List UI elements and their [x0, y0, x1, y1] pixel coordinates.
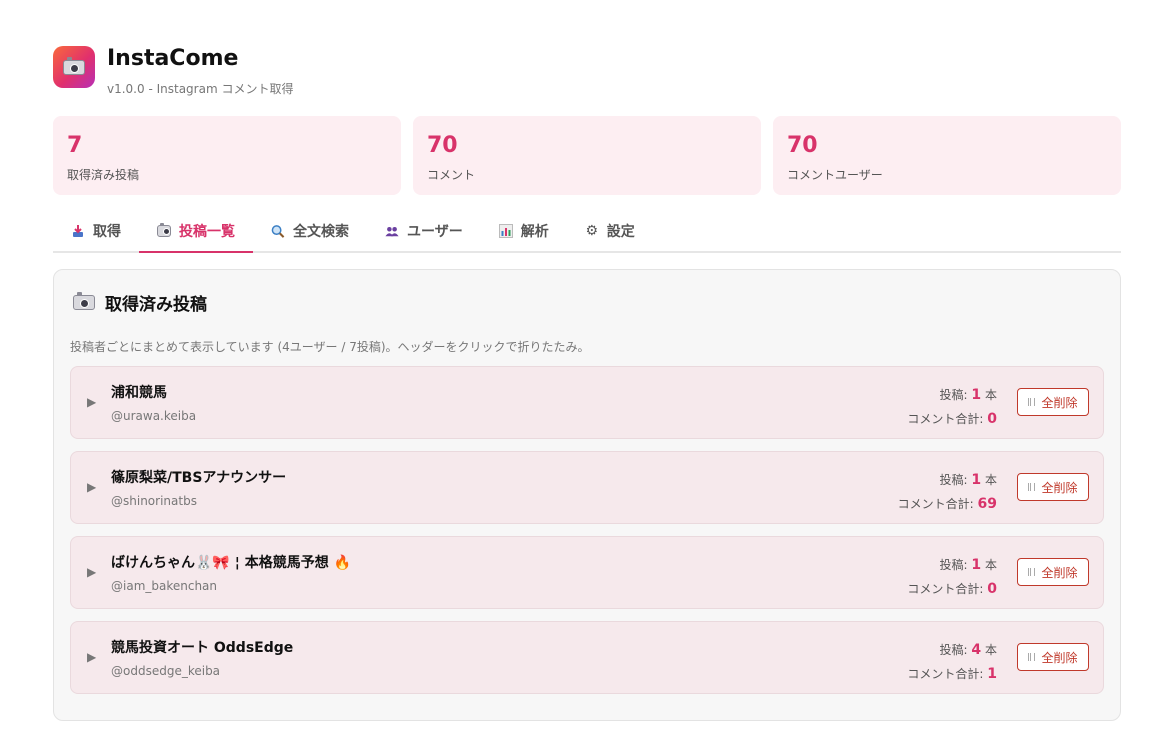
app-header: InstaCome v1.0.0 - Instagram コメント取得 — [53, 46, 293, 97]
camera-icon — [73, 292, 95, 310]
expand-caret-icon[interactable]: ▶ — [87, 650, 96, 664]
tab-posts[interactable]: 投稿一覧 — [139, 211, 253, 253]
posts-label: 投稿: — [939, 388, 968, 402]
delete-label: 全削除 — [1041, 395, 1078, 410]
stat-label: 取得済み投稿 — [67, 168, 140, 182]
stat-card-posts: 7 取得済み投稿 — [53, 116, 401, 195]
gear-icon: ⚙ — [585, 223, 599, 239]
tab-analysis[interactable]: 解析 — [481, 211, 567, 251]
tab-label: ユーザー — [407, 224, 463, 240]
group-display-name: 篠原梨菜/TBSアナウンサー — [111, 470, 287, 486]
delete-all-button[interactable]: 全削除 — [1017, 558, 1089, 586]
posts-panel: 取得済み投稿 投稿者ごとにまとめて表示しています (4ユーザー / 7投稿)。ヘ… — [53, 269, 1121, 721]
tab-fetch[interactable]: 取得 — [53, 211, 139, 251]
group-handle: @oddsedge_keiba — [111, 664, 221, 678]
panel-description: 投稿者ごとにまとめて表示しています (4ユーザー / 7投稿)。ヘッダーをクリッ… — [70, 340, 590, 354]
group-display-name: 競馬投資オート OddsEdge — [111, 640, 294, 656]
stat-value: 70 — [787, 133, 818, 158]
stat-card-comment-users: 70 コメントユーザー — [773, 116, 1121, 195]
panel-title-text: 取得済み投稿 — [105, 295, 207, 315]
group-display-name: 浦和競馬 — [111, 385, 167, 401]
chart-icon — [498, 224, 513, 238]
posts-label: 投稿: — [939, 558, 968, 572]
comments-label: コメント合計: — [907, 412, 984, 426]
delete-label: 全削除 — [1041, 650, 1078, 665]
expand-caret-icon[interactable]: ▶ — [87, 565, 96, 579]
expand-caret-icon[interactable]: ▶ — [87, 480, 96, 494]
expand-caret-icon[interactable]: ▶ — [87, 395, 96, 409]
tab-label: 全文検索 — [293, 224, 349, 240]
posts-unit: 本 — [984, 643, 997, 657]
title-block: InstaCome v1.0.0 - Instagram コメント取得 — [107, 46, 293, 97]
trash-icon — [1028, 398, 1036, 406]
comments-count: 1 — [987, 666, 997, 682]
delete-all-button[interactable]: 全削除 — [1017, 643, 1089, 671]
trash-icon — [1028, 483, 1036, 491]
posts-unit: 本 — [984, 473, 997, 487]
camera-icon — [63, 56, 85, 75]
stat-label: コメント — [427, 168, 476, 182]
app-title: InstaCome — [107, 46, 239, 71]
posts-label: 投稿: — [939, 473, 968, 487]
tab-users[interactable]: ユーザー — [367, 211, 481, 251]
delete-label: 全削除 — [1041, 565, 1078, 580]
comments-count: 69 — [977, 496, 997, 512]
group-handle: @urawa.keiba — [111, 409, 197, 423]
comments-label: コメント合計: — [907, 667, 984, 681]
posts-unit: 本 — [984, 388, 997, 402]
user-group-header[interactable]: ▶ 浦和競馬 @urawa.keiba 投稿: 1 本 コメント合計: 0 全削… — [70, 366, 1104, 439]
trash-icon — [1028, 653, 1036, 661]
delete-all-button[interactable]: 全削除 — [1017, 388, 1089, 416]
app-logo — [53, 46, 95, 88]
stat-label: コメントユーザー — [787, 168, 883, 182]
comments-label: コメント合計: — [897, 497, 974, 511]
posts-count: 1 — [971, 472, 982, 488]
group-stats: 投稿: 1 本 コメント合計: 69 — [898, 468, 997, 516]
user-group-header[interactable]: ▶ 競馬投資オート OddsEdge @oddsedge_keiba 投稿: 4… — [70, 621, 1104, 694]
download-icon — [71, 224, 85, 238]
search-icon — [271, 224, 285, 239]
delete-all-button[interactable]: 全削除 — [1017, 473, 1089, 501]
panel-title: 取得済み投稿 — [73, 290, 207, 315]
stat-value: 70 — [427, 133, 458, 158]
group-stats: 投稿: 4 本 コメント合計: 1 — [907, 638, 997, 686]
posts-count: 4 — [971, 642, 982, 658]
tab-label: 解析 — [520, 224, 549, 240]
stat-value: 7 — [67, 133, 83, 158]
tab-label: 設定 — [606, 224, 635, 240]
tab-label: 投稿一覧 — [179, 224, 235, 240]
trash-icon — [1028, 568, 1036, 576]
tab-search[interactable]: 全文検索 — [253, 211, 367, 251]
stat-card-comments: 70 コメント — [413, 116, 761, 195]
user-group-header[interactable]: ▶ 篠原梨菜/TBSアナウンサー @shinorinatbs 投稿: 1 本 コ… — [70, 451, 1104, 524]
comments-label: コメント合計: — [907, 582, 984, 596]
camera-icon — [157, 223, 171, 237]
tab-label: 取得 — [93, 224, 121, 240]
users-icon — [385, 224, 399, 238]
comments-count: 0 — [987, 581, 997, 597]
group-stats: 投稿: 1 本 コメント合計: 0 — [907, 383, 997, 431]
comments-count: 0 — [987, 411, 997, 427]
delete-label: 全削除 — [1041, 480, 1078, 495]
posts-label: 投稿: — [939, 643, 968, 657]
posts-count: 1 — [971, 387, 982, 403]
posts-unit: 本 — [984, 558, 997, 572]
user-group-header[interactable]: ▶ ばけんちゃん🐰🎀 ¦ 本格競馬予想 🔥 @iam_bakenchan 投稿:… — [70, 536, 1104, 609]
group-display-name: ばけんちゃん🐰🎀 ¦ 本格競馬予想 🔥 — [111, 555, 352, 571]
app-subtitle: v1.0.0 - Instagram コメント取得 — [107, 82, 294, 96]
group-stats: 投稿: 1 本 コメント合計: 0 — [907, 553, 997, 601]
posts-count: 1 — [971, 557, 982, 573]
group-handle: @shinorinatbs — [111, 494, 197, 508]
group-handle: @iam_bakenchan — [111, 579, 218, 593]
stats-row: 7 取得済み投稿 70 コメント 70 コメントユーザー — [53, 116, 1121, 195]
tab-settings[interactable]: ⚙ 設定 — [567, 211, 653, 251]
tab-bar: 取得 投稿一覧 全文検索 ユーザー 解析 ⚙ 設定 — [53, 211, 1121, 253]
